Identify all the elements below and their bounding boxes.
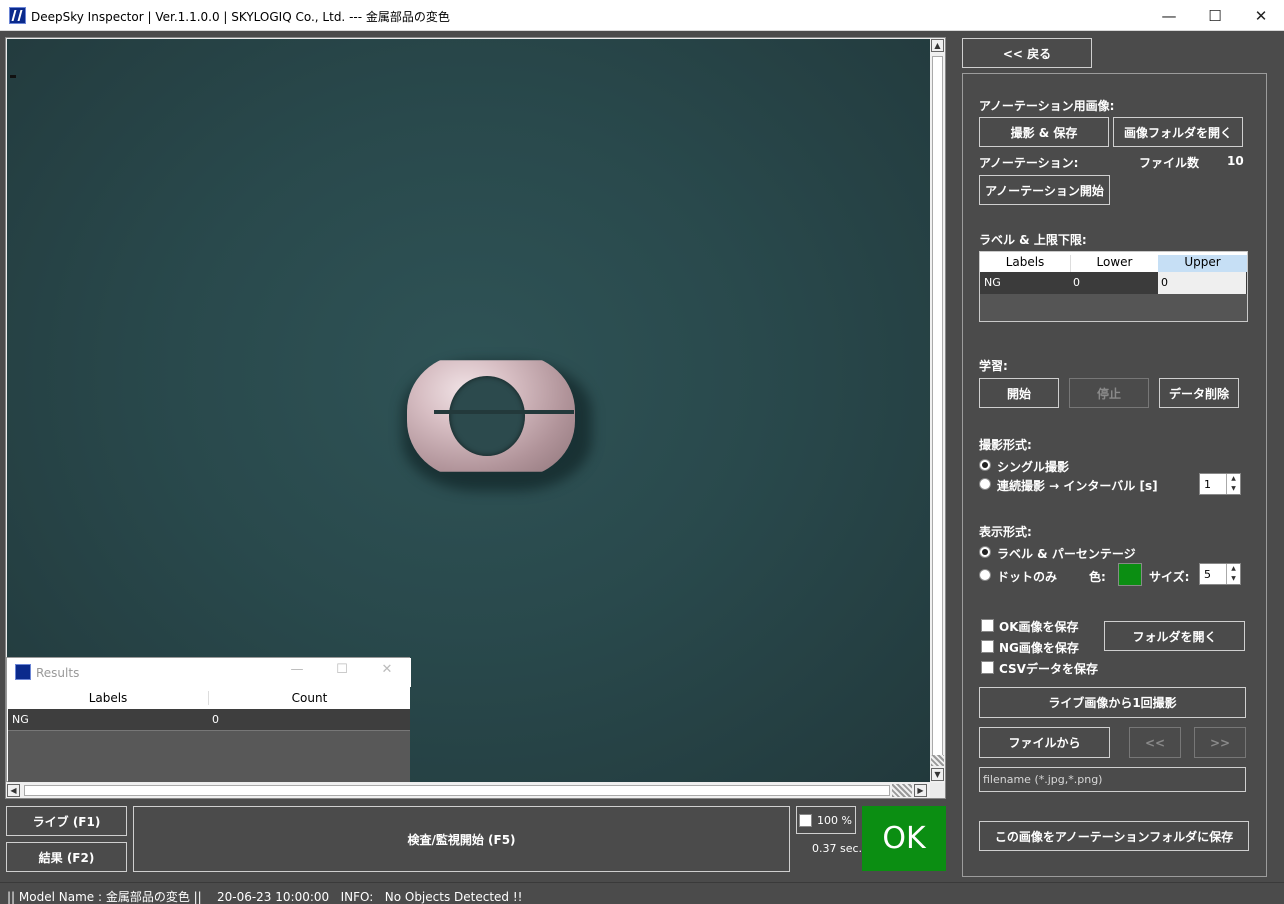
column-header-count[interactable]: Count xyxy=(208,691,410,705)
scroll-left-icon[interactable]: ◀ xyxy=(7,784,20,797)
scroll-grip[interactable] xyxy=(931,755,944,766)
from-file-button[interactable]: ファイルから xyxy=(979,727,1110,758)
live-button[interactable]: ライブ (F1) xyxy=(6,806,127,836)
open-folder-button[interactable]: フォルダを開く xyxy=(1104,621,1245,651)
limits-table-header: Labels Lower Upper xyxy=(980,252,1247,275)
zoom-checkbox[interactable] xyxy=(799,814,812,827)
color-label: 色: xyxy=(1089,570,1106,584)
camera-artifact xyxy=(10,75,16,78)
limits-table[interactable]: Labels Lower Upper NG 0 0 xyxy=(979,251,1248,322)
file-count-label: ファイル数 xyxy=(1139,156,1200,170)
window-title: DeepSky Inspector | Ver.1.1.0.0 | SKYLOG… xyxy=(31,10,450,24)
cell-upper[interactable]: 0 xyxy=(1158,272,1246,294)
annotation-start-button[interactable]: アノーテーション開始 xyxy=(979,175,1110,205)
cell-lower[interactable]: 0 xyxy=(1073,276,1080,289)
display-mode-label: 表示形式: xyxy=(979,525,1032,539)
horizontal-scrollbar[interactable]: ◀ ▶ xyxy=(6,783,930,798)
stepper-up-icon[interactable]: ▲ xyxy=(1227,474,1240,484)
save-ng-images-label[interactable]: NG画像を保存 xyxy=(999,639,1079,656)
save-csv-checkbox[interactable] xyxy=(981,661,994,674)
display-label-percent-label[interactable]: ラベル & パーセンテージ xyxy=(997,545,1136,562)
zoom-toggle[interactable]: 100 % xyxy=(796,806,856,834)
scroll-down-icon[interactable]: ▼ xyxy=(931,768,944,781)
capture-save-button[interactable]: 撮影 & 保存 xyxy=(979,117,1109,147)
stepper-down-icon[interactable]: ▼ xyxy=(1227,574,1240,584)
save-to-annotation-folder-button[interactable]: この画像をアノーテーションフォルダに保存 xyxy=(979,821,1249,851)
capture-continuous-radio[interactable] xyxy=(979,478,991,490)
verdict-badge: OK xyxy=(862,806,946,871)
save-ok-images-label[interactable]: OK画像を保存 xyxy=(999,618,1079,635)
filename-input[interactable]: filename (*.jpg,*.png) xyxy=(979,767,1246,792)
results-maximize-button[interactable]: ☐ xyxy=(322,662,362,682)
display-label-percent-radio[interactable] xyxy=(979,546,991,558)
dot-color-swatch[interactable] xyxy=(1118,563,1142,586)
maximize-button[interactable]: ☐ xyxy=(1192,0,1238,31)
elapsed-time: 0.37 sec. xyxy=(812,842,863,855)
results-window[interactable]: Results — ☐ ✕ Labels Count NG 0 xyxy=(6,657,411,782)
vertical-scrollbar[interactable]: ▲ ▼ xyxy=(930,38,945,783)
cell-label: NG xyxy=(12,713,29,726)
table-row[interactable]: NG 0 xyxy=(8,709,410,731)
label-limits-label: ラベル & 上限下限: xyxy=(979,233,1087,247)
table-row[interactable]: NG 0 0 xyxy=(980,272,1247,294)
data-delete-button[interactable]: データ削除 xyxy=(1159,378,1239,408)
horizontal-scroll-thumb[interactable] xyxy=(24,785,890,796)
capture-from-live-button[interactable]: ライブ画像から1回撮影 xyxy=(979,687,1246,718)
capture-continuous-label[interactable]: 連続撮影 → インターバル [s] xyxy=(997,477,1158,494)
close-button[interactable]: ✕ xyxy=(1238,0,1284,31)
interval-value[interactable]: 1 xyxy=(1204,478,1211,491)
capture-single-label[interactable]: シングル撮影 xyxy=(997,458,1069,475)
results-title: Results xyxy=(36,666,80,680)
app-logo-icon xyxy=(9,7,26,24)
minimize-button[interactable]: — xyxy=(1146,0,1192,31)
stepper-up-icon[interactable]: ▲ xyxy=(1227,564,1240,574)
size-stepper[interactable]: 5 ▲ ▼ xyxy=(1199,563,1241,585)
save-csv-label[interactable]: CSVデータを保存 xyxy=(999,660,1098,677)
learn-stop-button[interactable]: 停止 xyxy=(1069,378,1149,408)
display-dot-radio[interactable] xyxy=(979,569,991,581)
file-count-value: 10 xyxy=(1227,154,1244,168)
scroll-up-icon[interactable]: ▲ xyxy=(931,39,944,52)
size-label: サイズ: xyxy=(1149,570,1190,584)
results-close-button[interactable]: ✕ xyxy=(367,662,407,682)
cell-count: 0 xyxy=(212,713,219,726)
back-button[interactable]: << 戻る xyxy=(962,38,1092,68)
prev-image-button[interactable]: << xyxy=(1129,727,1181,758)
status-text: || Model Name : 金属部品の変色 || 20-06-23 10:0… xyxy=(7,890,523,904)
metal-part-hole xyxy=(449,376,525,456)
zoom-label: 100 % xyxy=(817,814,852,827)
column-header-labels[interactable]: Labels xyxy=(8,691,208,705)
stepper-down-icon[interactable]: ▼ xyxy=(1227,484,1240,494)
vertical-scroll-thumb[interactable] xyxy=(932,56,943,758)
interval-stepper[interactable]: 1 ▲ ▼ xyxy=(1199,473,1241,495)
display-dot-label[interactable]: ドットのみ xyxy=(997,568,1057,585)
learning-label: 学習: xyxy=(979,359,1008,373)
results-title-bar[interactable]: Results — ☐ ✕ xyxy=(7,658,411,687)
save-ok-images-checkbox[interactable] xyxy=(981,619,994,632)
scroll-right-icon[interactable]: ▶ xyxy=(914,784,927,797)
scroll-grip[interactable] xyxy=(892,784,912,797)
next-image-button[interactable]: >> xyxy=(1194,727,1246,758)
annotation-images-label: アノーテーション用画像: xyxy=(979,99,1115,113)
app-logo-icon xyxy=(15,664,31,680)
inspect-start-button[interactable]: 検査/監視開始 (F5) xyxy=(133,806,790,872)
cell-label: NG xyxy=(984,276,1001,289)
capture-mode-label: 撮影形式: xyxy=(979,438,1032,452)
results-minimize-button[interactable]: — xyxy=(277,662,317,682)
learn-start-button[interactable]: 開始 xyxy=(979,378,1059,408)
save-ng-images-checkbox[interactable] xyxy=(981,640,994,653)
open-image-folder-button[interactable]: 画像フォルダを開く xyxy=(1113,117,1243,147)
results-table[interactable]: Labels Count NG 0 xyxy=(8,687,410,782)
annotation-label: アノーテーション: xyxy=(979,156,1079,170)
results-table-header: Labels Count xyxy=(8,687,410,709)
result-button[interactable]: 結果 (F2) xyxy=(6,842,127,872)
status-bar: || Model Name : 金属部品の変色 || 20-06-23 10:0… xyxy=(0,882,1284,904)
title-bar: DeepSky Inspector | Ver.1.1.0.0 | SKYLOG… xyxy=(0,0,1284,31)
capture-single-radio[interactable] xyxy=(979,459,991,471)
metal-part-slot xyxy=(434,410,574,414)
size-value[interactable]: 5 xyxy=(1204,568,1211,581)
